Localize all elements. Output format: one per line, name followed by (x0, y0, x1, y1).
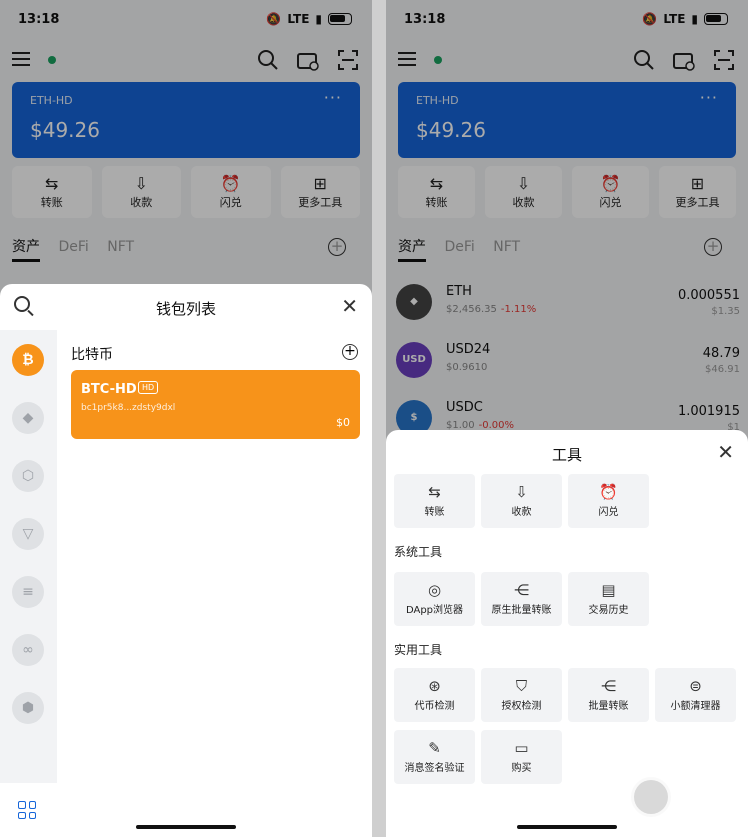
token-scan-icon: ⊛ (428, 677, 441, 695)
transfer-icon: ⇆ (428, 483, 441, 501)
tool-native-batch-transfer[interactable]: ⋲ 原生批量转账 (481, 572, 562, 626)
home-indicator (517, 825, 617, 829)
utility-tools: ⊛ 代币检测 ⛉ 授权检测 ⋲ 批量转账 ⊜ 小额清理器 ✎ 消息签名验证 ▭ 购买 (394, 668, 740, 784)
chain-sidebar: ₿ ◆ ⬡ ▽ ≡ ∞ ⬢ (0, 330, 57, 837)
tool-batch-transfer[interactable]: ⋲ 批量转账 (568, 668, 649, 722)
bnb-icon[interactable]: ⬡ (12, 460, 44, 492)
close-icon[interactable]: ✕ (341, 294, 358, 318)
compass-icon: ◎ (427, 581, 442, 599)
tool-swap[interactable]: ⏰ 闪兑 (568, 474, 649, 528)
share-nodes-icon: ⋲ (514, 581, 529, 599)
watermark: 路由器 luyouqi.com (630, 774, 738, 819)
quick-tools: ⇆ 转账 ⇩ 收款 ⏰ 闪兑 (394, 474, 740, 528)
tool-transfer[interactable]: ⇆ 转账 (394, 474, 475, 528)
router-logo-icon (630, 777, 671, 817)
wallet-list-sheet: 钱包列表 ✕ ₿ ◆ ⬡ ▽ ≡ ∞ ⬢ 比特币 + BTC-HD HD bc1… (0, 284, 372, 837)
grid-icon (18, 801, 36, 819)
shield-icon: ⛉ (515, 677, 528, 695)
swap-icon: ⏰ (599, 483, 618, 501)
all-chains-button[interactable] (0, 783, 57, 837)
btc-wallet-name: BTC-HD (81, 382, 137, 397)
system-tools: ◎ DApp浏览器 ⋲ 原生批量转账 ▤ 交易历史 (394, 572, 740, 626)
chain-group-title: 比特币 (71, 347, 113, 363)
home-indicator (136, 825, 236, 829)
add-wallet-icon[interactable]: + (342, 344, 358, 360)
broom-icon: ⊜ (689, 677, 702, 695)
ethereum-icon[interactable]: ◆ (12, 402, 44, 434)
tool-approval-check[interactable]: ⛉ 授权检测 (481, 668, 562, 722)
receive-icon: ⇩ (515, 483, 528, 501)
watermark-site: luyouqi.com (676, 802, 738, 813)
edit-icon: ✎ (428, 739, 441, 757)
bitcoin-icon[interactable]: ₿ (12, 344, 44, 376)
tool-receive[interactable]: ⇩ 收款 (481, 474, 562, 528)
system-tools-title: 系统工具 (394, 545, 443, 559)
watermark-name: 路由器 (676, 774, 737, 798)
tool-token-check[interactable]: ⊛ 代币检测 (394, 668, 475, 722)
close-icon[interactable]: ✕ (717, 440, 734, 464)
history-icon: ▤ (601, 581, 616, 599)
btc-address: bc1pr5k8...zdsty9dxl (81, 403, 176, 413)
share-nodes-icon: ⋲ (601, 677, 616, 695)
arbitrum-icon[interactable]: ⬢ (12, 692, 44, 724)
utility-tools-title: 实用工具 (394, 643, 443, 657)
hd-badge: HD (138, 381, 159, 394)
card-icon: ▭ (514, 739, 529, 757)
sheet-title: 工具 (551, 446, 582, 464)
tool-dapp-browser[interactable]: ◎ DApp浏览器 (394, 572, 475, 626)
tool-tx-history[interactable]: ▤ 交易历史 (568, 572, 649, 626)
tool-buy[interactable]: ▭ 购买 (481, 730, 562, 784)
polygon-icon[interactable]: ∞ (12, 634, 44, 666)
tron-icon[interactable]: ▽ (12, 518, 44, 550)
sheet-title: 钱包列表 (155, 300, 216, 318)
solana-icon[interactable]: ≡ (12, 576, 44, 608)
tool-dust-cleaner[interactable]: ⊜ 小额清理器 (655, 668, 736, 722)
left-screen: 13:18 🔕 LTE ▮ ETH-HD $49.26 ··· ⇆ 转账 ⇩ 收款 ⏰ 闪… (0, 0, 372, 837)
tool-message-sign-verify[interactable]: ✎ 消息签名验证 (394, 730, 475, 784)
btc-balance: $0 (336, 416, 350, 429)
btc-wallet-card[interactable]: BTC-HD HD bc1pr5k8...zdsty9dxl $0 (71, 370, 360, 439)
right-screen: 13:18 🔕 LTE ▮ ETH-HD $49.26 ··· ⇆ 转账 ⇩ 收款 ⏰ 闪… (386, 0, 748, 837)
